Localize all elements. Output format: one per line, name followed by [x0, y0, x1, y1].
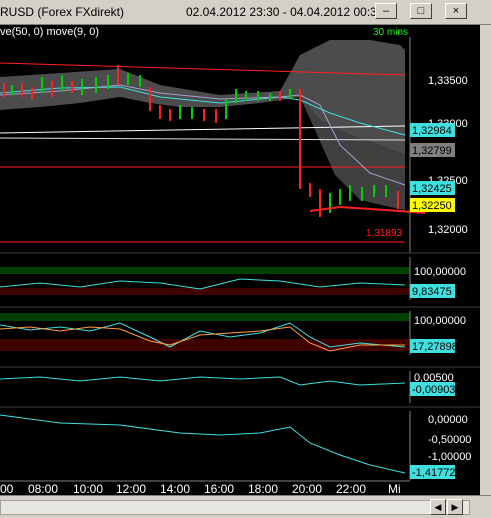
panel5-tick-1: 0,00000 [428, 414, 468, 426]
low-price-label: 1,31893 [366, 228, 403, 239]
price-panel: 1,33500 1,33000 1,32500 1,32000 1,32984 … [0, 37, 468, 253]
window-title: RUSD (Forex FXdirekt) [0, 5, 125, 19]
scroll-left-button[interactable]: ◀ [430, 499, 446, 515]
oscillator-line-1 [0, 278, 406, 290]
time-tick: Mi [388, 482, 401, 495]
panel5-tick-3: -1,00000 [428, 451, 471, 463]
time-axis: 00 08:00 10:00 12:00 14:00 16:00 18:00 2… [0, 482, 401, 495]
momentum-line [0, 376, 406, 386]
window-date-range: 02.04.2012 23:30 - 04.04.2012 00:30 [186, 5, 384, 19]
price-marker-2: 1,32799 [412, 145, 452, 157]
scroll-right-button[interactable]: ▶ [447, 499, 463, 515]
panel5-marker: -1,41772 [412, 467, 455, 479]
maximize-button[interactable]: □ [410, 3, 432, 19]
time-tick: 10:00 [73, 482, 103, 495]
price-tick-4: 1,32000 [428, 224, 468, 236]
time-tick: 18:00 [248, 482, 278, 495]
oscillator-panel-1: 100,00000 9,83475 [0, 257, 466, 300]
oversold-zone [0, 288, 410, 295]
momentum-panel: 0,00500 -0,00903 [0, 371, 455, 403]
trend-panel: 0,00000 -0,50000 -1,00000 -1,41772 [0, 411, 471, 480]
price-marker-3: 1,32425 [412, 183, 452, 195]
time-tick: 12:00 [116, 482, 146, 495]
time-tick: 20:00 [292, 482, 322, 495]
bottom-bar: ◀ ▶ [0, 495, 491, 518]
panel3-tick: 100,00000 [414, 315, 466, 327]
vertical-scrollbar[interactable] [480, 25, 491, 495]
chart-svg[interactable]: ve(50, 0) move(9, 0) 30 mins 1,33500 1,3… [0, 25, 480, 495]
price-marker-1: 1,32984 [412, 125, 452, 137]
time-tick: 08:00 [28, 482, 58, 495]
overbought-zone [0, 313, 410, 321]
oscillator-panel-2: 100,00000 17,27898 [0, 311, 466, 355]
time-tick: 16:00 [204, 482, 234, 495]
price-tick-1: 1,33500 [428, 75, 468, 87]
overbought-zone [0, 267, 410, 274]
time-tick: 00 [0, 482, 14, 495]
time-tick: 14:00 [160, 482, 190, 495]
minimize-button[interactable]: – [375, 3, 397, 19]
panel3-marker: 17,27898 [412, 341, 458, 353]
close-button[interactable]: × [445, 3, 467, 19]
indicator-label: ve(50, 0) move(9, 0) [0, 26, 99, 38]
title-bar: RUSD (Forex FXdirekt) 02.04.2012 23:30 -… [0, 0, 491, 25]
trend-line [0, 414, 406, 474]
horizontal-scrollbar[interactable] [0, 500, 470, 515]
price-marker-4: 1,32250 [412, 200, 452, 212]
time-tick: 22:00 [336, 482, 366, 495]
panel5-tick-2: -0,50000 [428, 434, 471, 446]
chart-area[interactable]: ve(50, 0) move(9, 0) 30 mins 1,33500 1,3… [0, 25, 480, 495]
panel4-marker: -0,00903 [412, 384, 455, 396]
support-curve [309, 205, 426, 214]
period-label: 30 mins [373, 27, 408, 38]
panel2-marker: 9,83475 [412, 286, 452, 298]
panel2-tick: 100,00000 [414, 266, 466, 278]
